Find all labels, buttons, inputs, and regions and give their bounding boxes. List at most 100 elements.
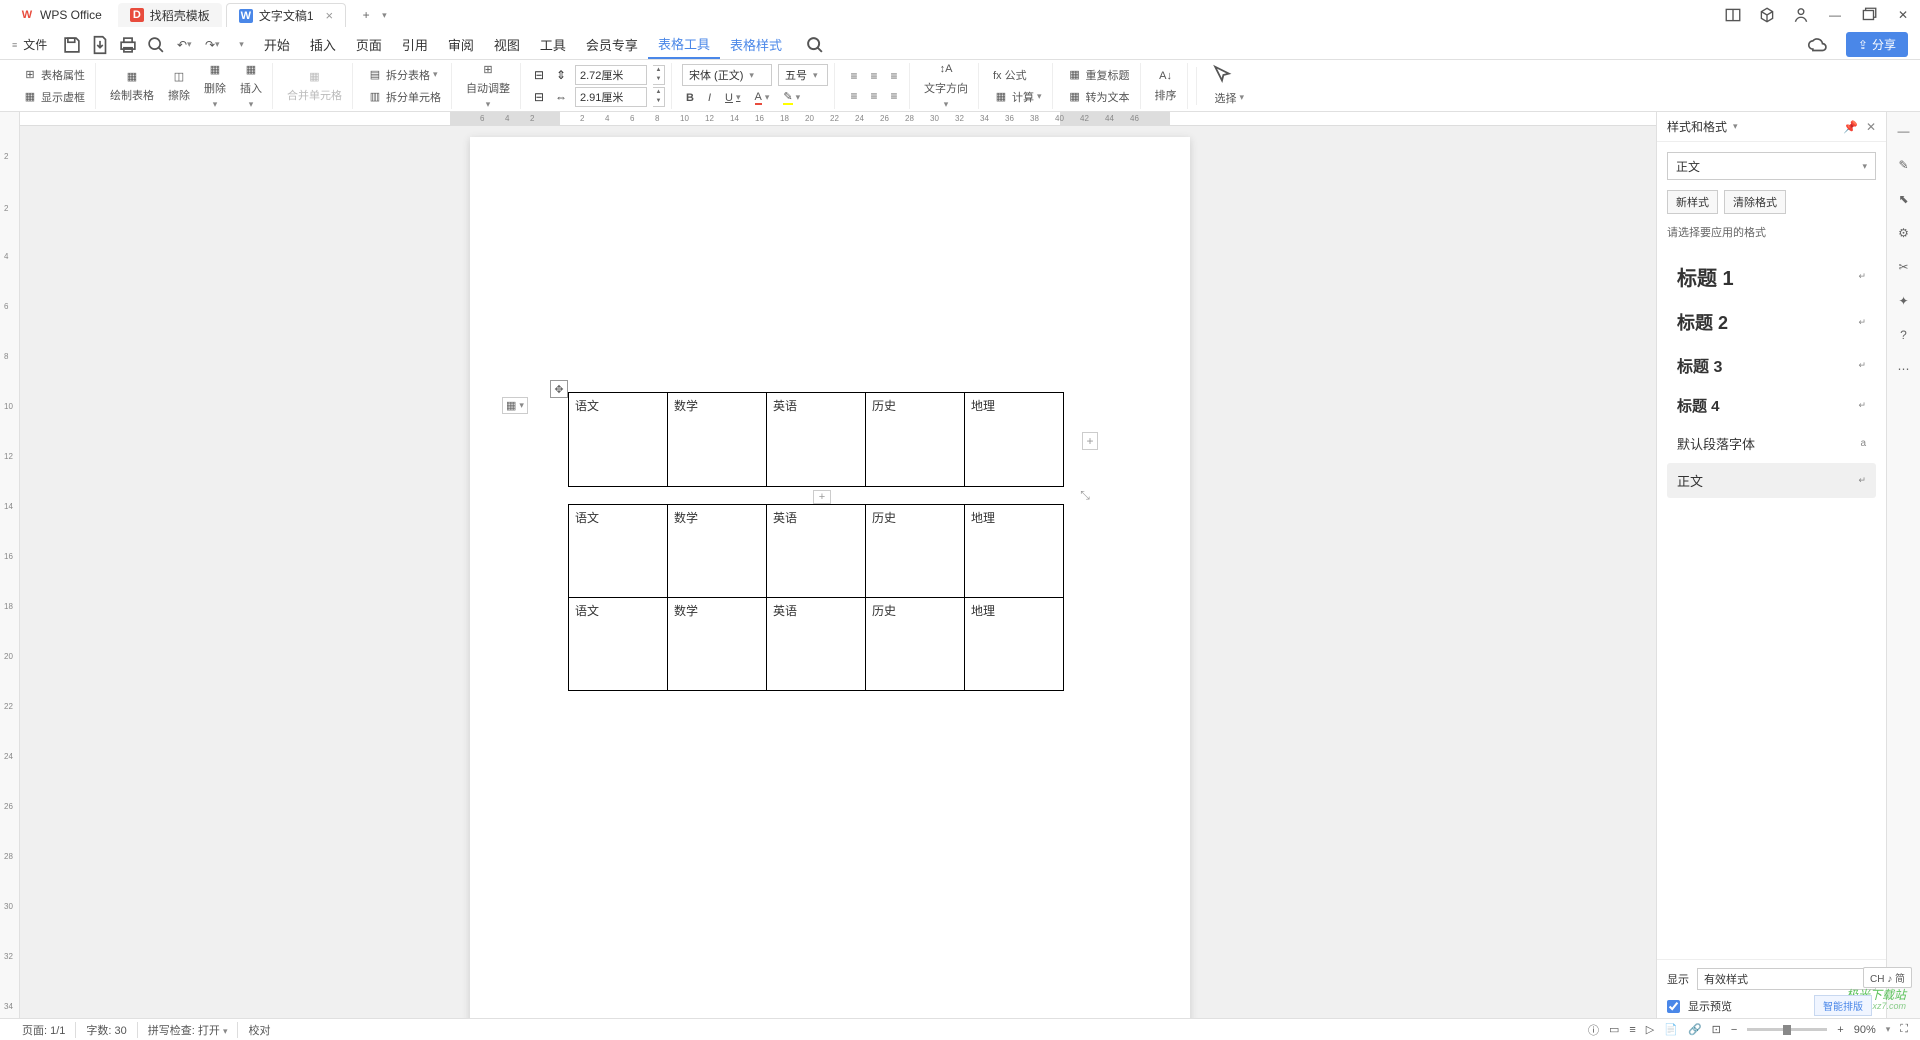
- draw-table-button[interactable]: ▦绘制表格: [106, 66, 158, 105]
- zoom-value[interactable]: 90%: [1854, 1024, 1876, 1036]
- save-icon[interactable]: [61, 34, 83, 56]
- menu-view[interactable]: 视图: [484, 31, 530, 58]
- dock-help-icon[interactable]: ?: [1893, 324, 1915, 346]
- table-type-indicator[interactable]: ▦▾: [502, 397, 528, 414]
- tab-document[interactable]: W 文字文稿1 ×: [226, 3, 346, 27]
- table-cell[interactable]: 英语: [767, 393, 866, 487]
- font-name-select[interactable]: 宋体 (正文)▾: [682, 64, 772, 86]
- col-width-input[interactable]: 2.91厘米: [575, 87, 647, 107]
- insert-button[interactable]: ▦插入▾: [236, 59, 266, 112]
- style-heading4[interactable]: 标题 4↵: [1667, 387, 1876, 424]
- new-style-button[interactable]: 新样式: [1667, 190, 1718, 214]
- status-words[interactable]: 字数: 30: [76, 1022, 137, 1038]
- redo-icon[interactable]: ↷▾: [201, 34, 223, 56]
- zoom-dropdown[interactable]: ▾: [1886, 1024, 1891, 1035]
- close-window-icon[interactable]: ✕: [1894, 6, 1912, 24]
- app-tab[interactable]: W WPS Office: [8, 3, 114, 27]
- add-tab-button[interactable]: +: [354, 3, 378, 27]
- view-page-icon[interactable]: ▭: [1609, 1023, 1619, 1036]
- file-menu[interactable]: ≡ 文件: [12, 36, 47, 53]
- menu-table-style[interactable]: 表格样式: [720, 31, 792, 58]
- erase-button[interactable]: ◫擦除: [164, 66, 194, 105]
- menu-insert[interactable]: 插入: [300, 31, 346, 58]
- table-cell[interactable]: 语文: [569, 505, 668, 598]
- table-cell[interactable]: 历史: [866, 393, 965, 487]
- show-frame-button[interactable]: ▦显示虚框: [18, 87, 89, 107]
- smart-layout-button[interactable]: 智能排版: [1814, 995, 1872, 1016]
- align-tr[interactable]: ≡: [885, 67, 903, 85]
- zoom-in-icon[interactable]: +: [1837, 1024, 1843, 1036]
- highlight-button[interactable]: ✎▾: [779, 88, 804, 107]
- table-cell[interactable]: 历史: [866, 598, 965, 691]
- qa-overflow[interactable]: ▾: [239, 39, 244, 50]
- preview-checkbox[interactable]: [1667, 1000, 1680, 1013]
- menu-review[interactable]: 审阅: [438, 31, 484, 58]
- table-cell[interactable]: 历史: [866, 505, 965, 598]
- share-button[interactable]: ⇪分享: [1846, 32, 1908, 57]
- style-heading2[interactable]: 标题 2↵: [1667, 301, 1876, 343]
- dock-collapse-icon[interactable]: —: [1893, 120, 1915, 142]
- style-default-font[interactable]: 默认段落字体a: [1667, 426, 1876, 461]
- zoom-out-icon[interactable]: −: [1731, 1024, 1737, 1036]
- status-page[interactable]: 页面: 1/1: [12, 1022, 76, 1038]
- canvas[interactable]: 6 4 2 2 4 6 8 10 12 14 16 18 20 22 24 26…: [20, 112, 1656, 1022]
- merge-cells-button[interactable]: ▦合并单元格: [283, 66, 346, 105]
- row-height-spinner[interactable]: ▲▼: [653, 65, 665, 85]
- table-move-handle[interactable]: ✥: [550, 380, 568, 398]
- view-outline-icon[interactable]: ≡: [1629, 1024, 1635, 1036]
- maximize-icon[interactable]: [1860, 6, 1878, 24]
- cursor-tool[interactable]: [1211, 64, 1233, 86]
- status-proof[interactable]: 校对: [238, 1022, 280, 1038]
- style-heading3[interactable]: 标题 3↵: [1667, 345, 1876, 385]
- style-body[interactable]: 正文↵: [1667, 463, 1876, 498]
- status-spell[interactable]: 拼写检查: 打开 ▾: [138, 1022, 239, 1038]
- show-select[interactable]: 有效样式▾: [1697, 968, 1876, 990]
- zoom-fit-icon[interactable]: ⊡: [1712, 1023, 1721, 1036]
- table-cell[interactable]: 英语: [767, 598, 866, 691]
- minimize-icon[interactable]: —: [1826, 6, 1844, 24]
- add-column-button[interactable]: +: [1082, 432, 1098, 450]
- user-icon[interactable]: [1792, 6, 1810, 24]
- align-mr[interactable]: ≡: [885, 87, 903, 105]
- table-2[interactable]: 语文 数学 英语 历史 地理 语文 数学 英语 历史 地理: [568, 504, 1064, 691]
- add-row-button[interactable]: +: [813, 490, 831, 504]
- select-button[interactable]: 选择▾: [1211, 88, 1249, 108]
- col-width-spinner[interactable]: ▲▼: [653, 87, 665, 107]
- dock-edit-icon[interactable]: ✎: [1893, 154, 1915, 176]
- to-text-button[interactable]: ▦转为文本: [1063, 87, 1134, 107]
- search-icon[interactable]: [804, 34, 826, 56]
- cube-icon[interactable]: [1758, 6, 1776, 24]
- delete-button[interactable]: ▦删除▾: [200, 59, 230, 112]
- cloud-icon[interactable]: [1806, 34, 1828, 56]
- table-1[interactable]: 语文 数学 英语 历史 地理: [568, 392, 1064, 487]
- panel-title-dropdown[interactable]: ▾: [1733, 121, 1738, 132]
- align-mc[interactable]: ≡: [865, 87, 883, 105]
- italic-button[interactable]: I: [704, 90, 715, 106]
- table-cell[interactable]: 数学: [668, 505, 767, 598]
- style-heading1[interactable]: 标题 1↵: [1667, 254, 1876, 299]
- menu-page[interactable]: 页面: [346, 31, 392, 58]
- view-link-icon[interactable]: 🔗: [1688, 1023, 1702, 1036]
- close-panel-icon[interactable]: ✕: [1866, 120, 1876, 134]
- text-direction-button[interactable]: ↕A文字方向▾: [920, 59, 972, 112]
- dock-clip-icon[interactable]: ✂: [1893, 256, 1915, 278]
- table-cell[interactable]: 地理: [965, 505, 1064, 598]
- pin-icon[interactable]: 📌: [1843, 120, 1858, 134]
- font-color-button[interactable]: A▾: [751, 89, 774, 107]
- sort-button[interactable]: A↓排序: [1151, 66, 1181, 105]
- table-cell[interactable]: 地理: [965, 393, 1064, 487]
- zoom-slider[interactable]: [1747, 1028, 1827, 1031]
- formula-button[interactable]: fx 公式: [989, 65, 1046, 85]
- view-web-icon[interactable]: 📄: [1664, 1023, 1678, 1036]
- tab-overflow-icon[interactable]: ▾: [382, 10, 387, 21]
- dock-select-icon[interactable]: ⬉: [1893, 188, 1915, 210]
- align-tl[interactable]: ≡: [845, 67, 863, 85]
- menu-tools[interactable]: 工具: [530, 31, 576, 58]
- dock-more-icon[interactable]: ⋯: [1893, 358, 1915, 380]
- split-cells-button[interactable]: ▥拆分单元格: [363, 87, 445, 107]
- bold-button[interactable]: B: [682, 90, 698, 106]
- menu-reference[interactable]: 引用: [392, 31, 438, 58]
- split-table-button[interactable]: ▤拆分表格▾: [363, 65, 445, 85]
- menu-start[interactable]: 开始: [254, 31, 300, 58]
- current-style-select[interactable]: 正文▾: [1667, 152, 1876, 180]
